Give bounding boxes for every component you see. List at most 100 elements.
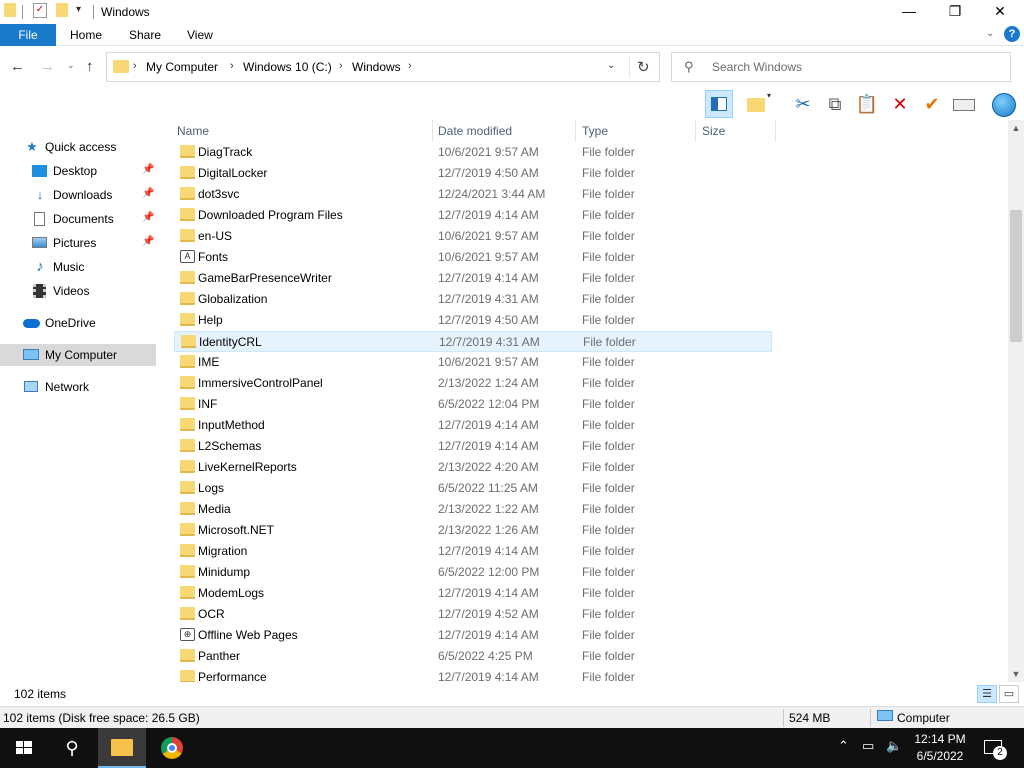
chrome-icon[interactable]: [148, 728, 196, 768]
table-row[interactable]: Panther 6/5/2022 4:25 PM File folder: [174, 646, 772, 667]
address-bar[interactable]: › My Computer › Windows 10 (C:) › Window…: [106, 52, 660, 82]
table-row[interactable]: Downloaded Program Files 12/7/2019 4:14 A…: [174, 205, 772, 226]
breadcrumb-my-computer[interactable]: My Computer: [146, 60, 218, 74]
nav-my-computer[interactable]: My Computer: [0, 344, 156, 366]
search-icon[interactable]: ⚲: [48, 728, 96, 768]
breadcrumb-windows[interactable]: Windows: [352, 60, 401, 74]
refresh-icon[interactable]: ↻: [637, 58, 650, 76]
table-row[interactable]: A Fonts 10/6/2021 9:57 AM File folder: [174, 247, 772, 268]
nav-network[interactable]: Network: [0, 376, 156, 398]
breadcrumb-drive[interactable]: Windows 10 (C:): [243, 60, 332, 74]
chevron-up-icon[interactable]: ⌃: [838, 738, 849, 754]
large-icons-view-icon[interactable]: ▭: [999, 685, 1019, 703]
table-row[interactable]: InputMethod 12/7/2019 4:14 AM File folder: [174, 415, 772, 436]
help-button[interactable]: ?: [1004, 26, 1020, 42]
nav-label: Downloads: [53, 188, 113, 202]
back-arrow-icon[interactable]: ←: [10, 58, 25, 75]
tab-view[interactable]: View: [187, 28, 213, 42]
recent-locations-icon[interactable]: ⌄: [67, 60, 75, 71]
nav-desktop[interactable]: Desktop 📌: [0, 160, 156, 182]
globe-icon[interactable]: [990, 90, 1018, 118]
minimize-button[interactable]: —: [886, 0, 932, 24]
clock-date[interactable]: 6/5/2022: [912, 749, 968, 763]
pin-icon: 📌: [142, 236, 155, 247]
table-row[interactable]: Media 2/13/2022 1:22 AM File folder: [174, 499, 772, 520]
properties-icon[interactable]: [950, 90, 978, 118]
table-row[interactable]: IdentityCRL 12/7/2019 4:31 AM File folder: [174, 331, 772, 352]
maximize-button[interactable]: ❐: [932, 0, 978, 24]
nav-quick-access[interactable]: ★ Quick access: [0, 136, 156, 158]
file-type: File folder: [582, 670, 635, 682]
table-row[interactable]: ModemLogs 12/7/2019 4:14 AM File folder: [174, 583, 772, 604]
table-row[interactable]: IME 10/6/2021 9:57 AM File folder: [174, 352, 772, 373]
properties-checklist-icon[interactable]: ✓: [33, 3, 47, 18]
file-name: IdentityCRL: [199, 335, 262, 349]
new-folder-quick-icon[interactable]: [56, 3, 68, 17]
tab-file[interactable]: File: [0, 24, 56, 46]
table-row[interactable]: Minidump 6/5/2022 12:00 PM File folder: [174, 562, 772, 583]
tab-home[interactable]: Home: [70, 28, 102, 42]
folder-icon: [180, 460, 195, 473]
column-size[interactable]: Size: [696, 120, 776, 142]
column-date-modified[interactable]: Date modified: [432, 120, 576, 142]
table-row[interactable]: dot3svc 12/24/2021 3:44 AM File folder: [174, 184, 772, 205]
table-row[interactable]: en-US 10/6/2021 9:57 AM File folder: [174, 226, 772, 247]
tab-share[interactable]: Share: [129, 28, 161, 42]
nav-downloads[interactable]: ↓ Downloads 📌: [0, 184, 156, 206]
column-type[interactable]: Type: [576, 120, 696, 142]
copy-icon[interactable]: ⧉: [821, 90, 849, 118]
table-row[interactable]: Microsoft.NET 2/13/2022 1:26 AM File folde…: [174, 520, 772, 541]
table-row[interactable]: L2Schemas 12/7/2019 4:14 AM File folder: [174, 436, 772, 457]
vertical-scrollbar[interactable]: ▲ ▼: [1008, 120, 1024, 682]
file-date: 12/7/2019 4:50 AM: [438, 166, 539, 180]
expand-ribbon-icon[interactable]: ⌄: [986, 28, 994, 39]
preview-pane-icon[interactable]: [705, 90, 733, 118]
column-name[interactable]: Name: [171, 120, 433, 142]
cut-icon[interactable]: ✂: [789, 90, 817, 118]
address-dropdown-icon[interactable]: ⌄: [607, 60, 615, 71]
table-row[interactable]: Logs 6/5/2022 11:25 AM File folder: [174, 478, 772, 499]
table-row[interactable]: Performance 12/7/2019 4:14 AM File folder: [174, 667, 772, 682]
file-explorer-icon[interactable]: [98, 728, 146, 768]
details-view-icon[interactable]: ☰: [977, 685, 997, 703]
up-arrow-icon[interactable]: ↑: [86, 58, 94, 75]
new-folder-icon[interactable]: ▾: [744, 90, 772, 118]
breadcrumb-separator[interactable]: ›: [230, 60, 234, 72]
scroll-thumb[interactable]: [1010, 210, 1022, 342]
nav-documents[interactable]: Documents 📌: [0, 208, 156, 230]
table-row[interactable]: LiveKernelReports 2/13/2022 4:20 AM File f…: [174, 457, 772, 478]
table-row[interactable]: Migration 12/7/2019 4:14 AM File folder: [174, 541, 772, 562]
close-button[interactable]: ✕: [977, 0, 1023, 24]
table-row[interactable]: OCR 12/7/2019 4:52 AM File folder: [174, 604, 772, 625]
nav-videos[interactable]: Videos: [0, 280, 156, 302]
delete-icon[interactable]: ✕: [886, 90, 914, 118]
paste-icon[interactable]: 📋: [853, 90, 881, 118]
nav-music[interactable]: ♪ Music: [0, 256, 156, 278]
nav-onedrive[interactable]: OneDrive: [0, 312, 156, 334]
volume-icon[interactable]: 🔈: [886, 738, 902, 754]
start-windows-icon[interactable]: [0, 728, 48, 768]
breadcrumb-separator[interactable]: ›: [133, 60, 137, 72]
table-row[interactable]: DiagTrack 10/6/2021 9:57 AM File folder: [174, 144, 772, 163]
table-row[interactable]: Globalization 12/7/2019 4:31 AM File folde…: [174, 289, 772, 310]
file-date: 12/7/2019 4:52 AM: [438, 607, 539, 621]
computer-icon: [23, 347, 39, 363]
table-row[interactable]: INF 6/5/2022 12:04 PM File folder: [174, 394, 772, 415]
table-row[interactable]: Help 12/7/2019 4:50 AM File folder: [174, 310, 772, 331]
nav-pictures[interactable]: Pictures 📌: [0, 232, 156, 254]
breadcrumb-separator[interactable]: ›: [339, 60, 343, 72]
table-row[interactable]: GameBarPresenceWriter 12/7/2019 4:14 AM Fi…: [174, 268, 772, 289]
scroll-down-icon[interactable]: ▼: [1008, 666, 1024, 682]
breadcrumb-separator[interactable]: ›: [408, 60, 412, 72]
network-icon[interactable]: ▭: [862, 738, 874, 754]
search-input[interactable]: ⚲ Search Windows: [671, 52, 1011, 82]
rename-check-icon[interactable]: ✔: [918, 90, 946, 118]
table-row[interactable]: ⊕ Offline Web Pages 12/7/2019 4:14 AM File …: [174, 625, 772, 646]
status-divider: [783, 709, 784, 727]
scroll-up-icon[interactable]: ▲: [1008, 120, 1024, 136]
table-row[interactable]: ImmersiveControlPanel 2/13/2022 1:24 AM Fi…: [174, 373, 772, 394]
forward-arrow-icon[interactable]: →: [40, 58, 55, 75]
customize-quick-access-icon[interactable]: ▾: [76, 4, 81, 15]
clock-time[interactable]: 12:14 PM: [912, 732, 968, 746]
table-row[interactable]: DigitalLocker 12/7/2019 4:50 AM File folde…: [174, 163, 772, 184]
